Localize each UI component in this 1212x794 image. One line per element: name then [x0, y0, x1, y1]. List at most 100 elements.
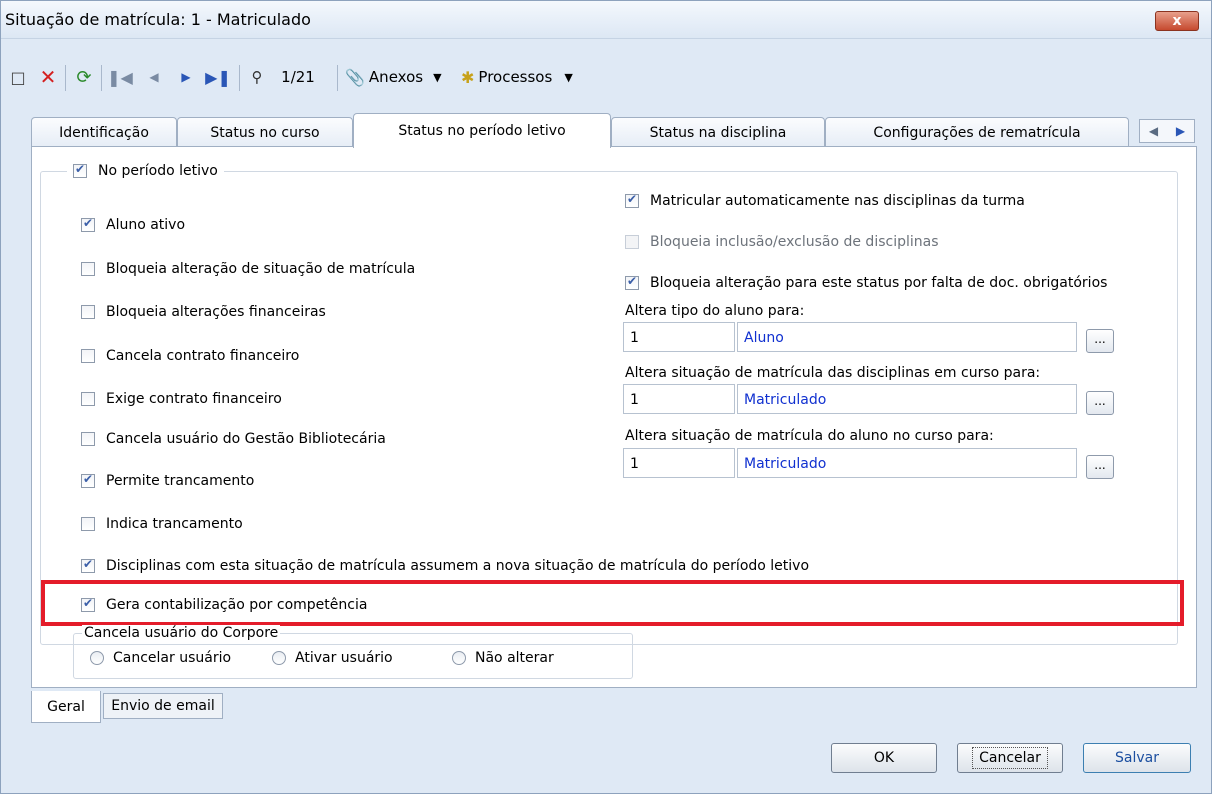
delete-icon[interactable]: ✕: [35, 59, 61, 95]
radio-button[interactable]: [272, 651, 286, 665]
toolbar-separator: [65, 65, 66, 91]
checkbox[interactable]: [81, 392, 95, 406]
first-icon[interactable]: ❚◀: [107, 59, 133, 95]
check-label: Cancela contrato financeiro: [106, 348, 300, 364]
chevron-down-icon: ▼: [433, 70, 442, 84]
radio-nao-alterar[interactable]: Não alterar: [452, 650, 554, 666]
checkbox[interactable]: [81, 262, 95, 276]
check-label: Permite trancamento: [106, 473, 255, 489]
check-label: Cancela usuário do Gestão Bibliotecária: [106, 431, 386, 447]
prev-icon[interactable]: ◀: [141, 59, 167, 95]
check-bloqueia-alteracoes-financeiras[interactable]: Bloqueia alterações financeiras: [81, 304, 326, 320]
checkbox[interactable]: [81, 216, 95, 232]
ok-button[interactable]: OK: [831, 743, 937, 773]
close-icon: x: [1172, 13, 1182, 29]
highlight-box: [41, 580, 1184, 626]
processes-label: Processos: [478, 68, 553, 86]
checkbox[interactable]: [625, 274, 639, 290]
radio-ativar-usuario[interactable]: Ativar usuário: [272, 650, 393, 666]
tab-geral[interactable]: Geral: [31, 691, 101, 723]
check-bloqueia-inclusao-exclusao: Bloqueia inclusão/exclusão de disciplina…: [625, 234, 939, 250]
attachments-icon: 📎: [345, 67, 365, 87]
radio-cancelar-usuario[interactable]: Cancelar usuário: [90, 650, 231, 666]
check-label: Bloqueia alteração de situação de matríc…: [106, 261, 416, 277]
checkbox[interactable]: [625, 192, 639, 208]
check-matricular-automaticamente[interactable]: Matricular automaticamente nas disciplin…: [625, 192, 1025, 209]
toolbar-separator: [337, 65, 338, 91]
check-cancela-usuario-biblioteca[interactable]: Cancela usuário do Gestão Bibliotecária: [81, 431, 386, 447]
checkbox[interactable]: [81, 517, 95, 531]
situacao-disciplinas-lookup-button[interactable]: ...: [1086, 391, 1114, 415]
tipo-aluno-lookup-button[interactable]: ...: [1086, 329, 1114, 353]
lookup-label-situacao-disciplinas: Altera situação de matrícula das discipl…: [625, 365, 1041, 381]
checkbox[interactable]: [73, 162, 87, 178]
situacao-disciplinas-code-field[interactable]: 1: [623, 384, 735, 414]
processes-icon: ✱: [461, 67, 475, 87]
tab-scroll-buttons: ◀ ▶: [1139, 119, 1195, 143]
attachments-label: Anexos: [368, 68, 424, 86]
close-button[interactable]: x: [1155, 11, 1199, 31]
next-icon[interactable]: ▶: [173, 59, 199, 95]
scroll-left-icon[interactable]: ◀: [1149, 124, 1158, 138]
check-bloqueia-alteracao-situacao[interactable]: Bloqueia alteração de situação de matríc…: [81, 261, 415, 277]
corpore-user-group: Cancela usuário do Corpore Cancelar usuá…: [73, 625, 633, 679]
situacao-curso-description-field[interactable]: Matriculado: [737, 448, 1077, 478]
dialog-window: Situação de matrícula: 1 - Matriculado x…: [0, 0, 1212, 794]
find-icon[interactable]: ⚲: [245, 59, 269, 95]
checkbox[interactable]: [81, 432, 95, 446]
tab-envio-email[interactable]: Envio de email: [103, 693, 223, 719]
check-label: Bloqueia alterações financeiras: [106, 304, 326, 320]
attachments-dropdown[interactable]: 📎 Anexos ▼: [345, 59, 445, 95]
check-label: Bloqueia inclusão/exclusão de disciplina…: [650, 234, 939, 250]
check-exige-contrato-financeiro[interactable]: Exige contrato financeiro: [81, 391, 282, 407]
new-icon[interactable]: □: [5, 59, 31, 95]
processes-dropdown[interactable]: ✱ Processos ▼: [461, 59, 589, 95]
radio-label: Ativar usuário: [295, 650, 393, 666]
checkbox: [625, 235, 639, 249]
tab-identificacao[interactable]: Identificação: [31, 117, 177, 147]
check-cancela-contrato-financeiro[interactable]: Cancela contrato financeiro: [81, 348, 299, 364]
save-button[interactable]: Salvar: [1083, 743, 1191, 773]
checkbox[interactable]: [81, 305, 95, 319]
tab-status-periodo-letivo[interactable]: Status no período letivo: [353, 113, 611, 148]
tipo-aluno-code-field[interactable]: 1: [623, 322, 735, 352]
checkbox[interactable]: [81, 557, 95, 573]
check-disciplinas-assumem-situacao[interactable]: Disciplinas com esta situação de matrícu…: [81, 557, 810, 574]
check-label: Disciplinas com esta situação de matrícu…: [106, 558, 810, 574]
radio-button[interactable]: [452, 651, 466, 665]
refresh-icon[interactable]: ⟳: [71, 59, 97, 95]
tipo-aluno-description-field[interactable]: Aluno: [737, 322, 1077, 352]
check-permite-trancamento[interactable]: Permite trancamento: [81, 472, 255, 489]
save-label: Salvar: [1115, 750, 1159, 766]
check-bloqueia-falta-doc[interactable]: Bloqueia alteração para este status por …: [625, 274, 1108, 291]
radio-button[interactable]: [90, 651, 104, 665]
situacao-curso-lookup-button[interactable]: ...: [1086, 455, 1114, 479]
window-title: Situação de matrícula: 1 - Matriculado: [5, 10, 311, 29]
radio-label: Cancelar usuário: [113, 650, 232, 666]
cancel-button[interactable]: Cancelar: [957, 743, 1063, 773]
check-label: Indica trancamento: [106, 516, 243, 532]
check-aluno-ativo[interactable]: Aluno ativo: [81, 216, 185, 233]
title-bar[interactable]: Situação de matrícula: 1 - Matriculado x: [1, 1, 1211, 39]
toolbar-separator: [239, 65, 240, 91]
check-label: Bloqueia alteração para este status por …: [650, 275, 1108, 291]
checkbox[interactable]: [81, 349, 95, 363]
chevron-down-icon: ▼: [564, 70, 573, 84]
corpore-group-legend: Cancela usuário do Corpore: [82, 625, 281, 641]
check-indica-trancamento[interactable]: Indica trancamento: [81, 516, 243, 532]
check-label: Exige contrato financeiro: [106, 391, 282, 407]
cancel-label: Cancelar: [972, 747, 1048, 769]
group-toggle-no-periodo-letivo[interactable]: No período letivo: [67, 162, 224, 179]
lookup-label-tipo-aluno: Altera tipo do aluno para:: [625, 303, 805, 319]
radio-label: Não alterar: [475, 650, 554, 666]
situacao-disciplinas-description-field[interactable]: Matriculado: [737, 384, 1077, 414]
toolbar-separator: [101, 65, 102, 91]
tab-status-curso[interactable]: Status no curso: [177, 117, 353, 147]
scroll-right-icon[interactable]: ▶: [1176, 124, 1185, 138]
last-icon[interactable]: ▶❚: [205, 59, 231, 95]
tab-configuracoes-rematricula[interactable]: Configurações de rematrícula: [825, 117, 1129, 147]
ok-label: OK: [873, 750, 895, 766]
checkbox[interactable]: [81, 472, 95, 488]
tab-status-disciplina[interactable]: Status na disciplina: [611, 117, 825, 147]
situacao-curso-code-field[interactable]: 1: [623, 448, 735, 478]
